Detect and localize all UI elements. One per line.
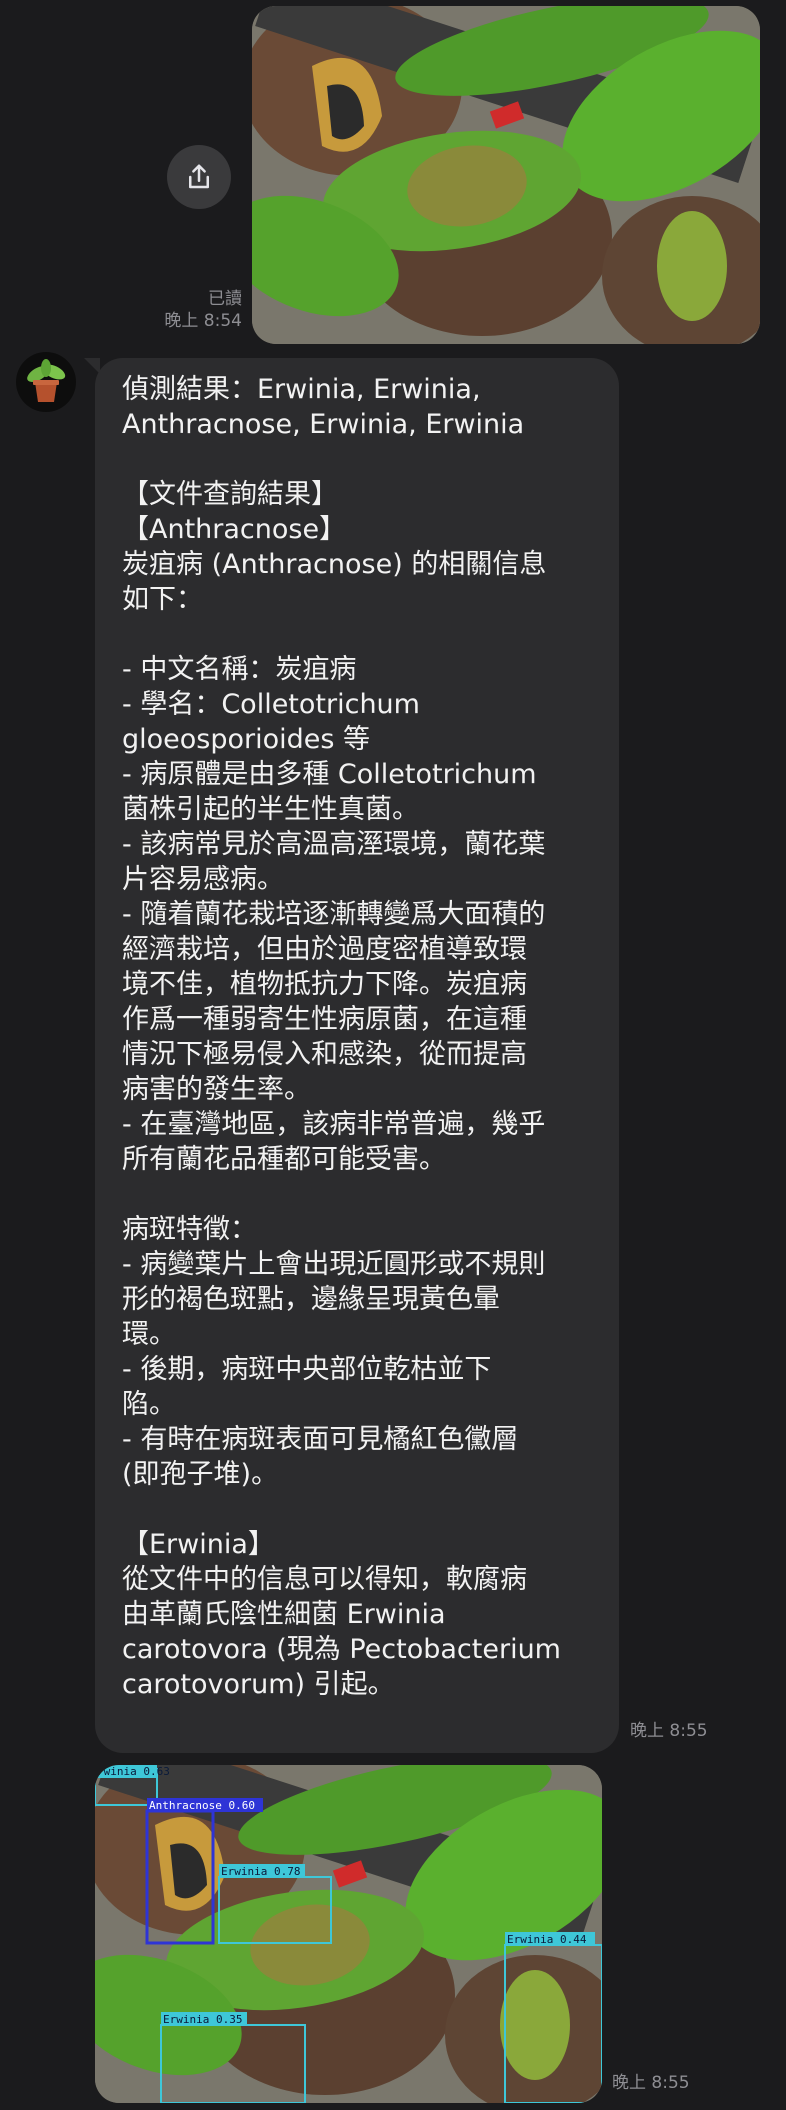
avatar[interactable] bbox=[16, 352, 76, 412]
svg-text:rwinia 0.63: rwinia 0.63 bbox=[97, 1765, 170, 1778]
result-image-time: 晚上 8:55 bbox=[612, 2073, 690, 2093]
share-icon bbox=[189, 164, 209, 189]
detection-result-photo[interactable]: rwinia 0.63 Anthracnose 0.60 Erwinia 0.7… bbox=[95, 1765, 602, 2103]
sent-message-meta: 已讀 晚上 8:54 bbox=[120, 288, 242, 332]
orchid-pot-avatar-icon bbox=[27, 359, 66, 402]
svg-text:Erwinia 0.35: Erwinia 0.35 bbox=[163, 2013, 242, 2026]
share-button[interactable] bbox=[167, 145, 231, 209]
reply-time: 晚上 8:55 bbox=[630, 1721, 708, 1741]
sent-orchid-photo[interactable] bbox=[252, 6, 760, 344]
sent-time: 晚上 8:54 bbox=[164, 311, 242, 331]
svg-text:Erwinia 0.78: Erwinia 0.78 bbox=[221, 1865, 300, 1878]
orchid-photo-graphic bbox=[252, 6, 760, 344]
svg-text:Anthracnose 0.60: Anthracnose 0.60 bbox=[149, 1799, 255, 1812]
reply-message-text: 偵測結果：Erwinia, Erwinia, Anthracnose, Erwi… bbox=[122, 374, 561, 1700]
read-status: 已讀 bbox=[208, 289, 242, 309]
detection-result-graphic: rwinia 0.63 Anthracnose 0.60 Erwinia 0.7… bbox=[95, 1765, 602, 2103]
svg-text:Erwinia 0.44: Erwinia 0.44 bbox=[507, 1933, 587, 1946]
